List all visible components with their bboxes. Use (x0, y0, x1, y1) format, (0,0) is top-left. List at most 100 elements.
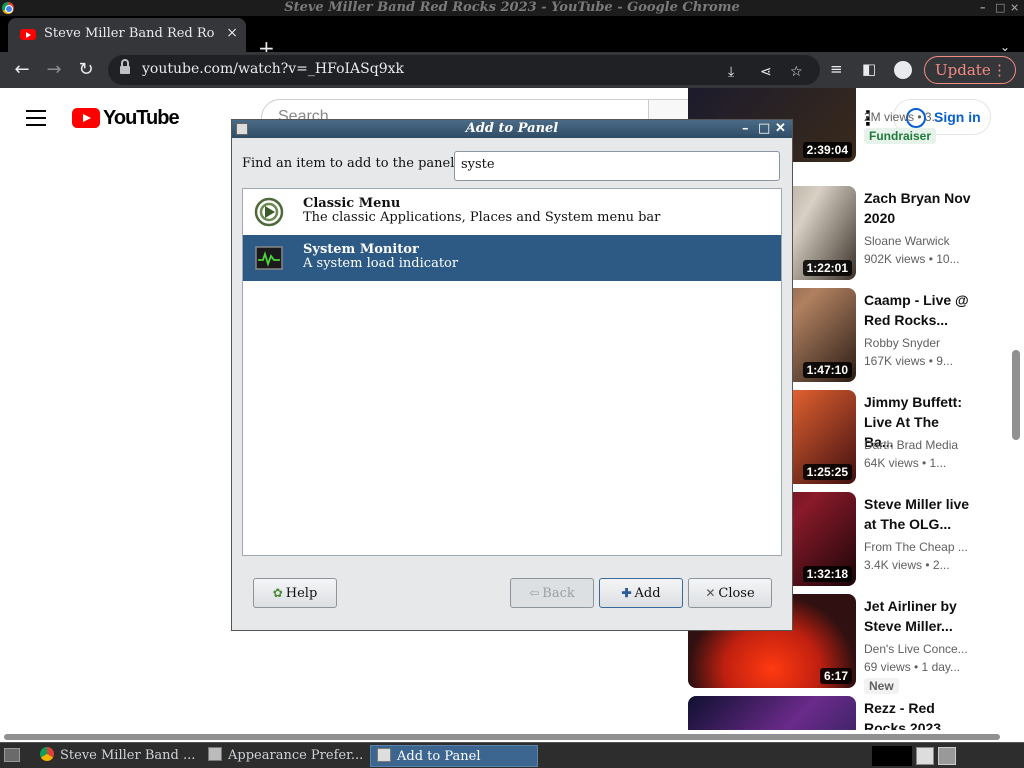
back-label: Back (542, 586, 575, 601)
add-label: Add (634, 586, 661, 601)
youtube-favicon-icon (20, 29, 36, 40)
help-label: Help (285, 586, 318, 601)
bookmark-star-icon[interactable]: ☆ (790, 64, 803, 80)
video-meta: 167K views • 9... (864, 354, 953, 368)
dialog-title: Add to Panel (465, 121, 559, 136)
channel-name[interactable]: Den's Live Conce... (864, 642, 972, 656)
video-title[interactable]: Steve Miller live at The OLG... (864, 494, 972, 534)
new-badge: New (864, 678, 899, 694)
video-meta: 69 views • 1 day... (864, 660, 961, 674)
horizontal-scrollbar-track (0, 730, 1024, 742)
browser-tab[interactable]: Steve Miller Band Red Rocks 2023 - YouTu… (8, 18, 246, 52)
add-button[interactable]: ✚ Add (599, 578, 683, 608)
video-duration: 1:25:25 (802, 464, 852, 480)
dialog-maximize-icon[interactable]: □ (758, 120, 770, 138)
update-button[interactable]: Update ⋮ (924, 56, 1016, 84)
fundraiser-badge: Fundraiser (864, 128, 937, 144)
close-button[interactable]: ✕ Close (688, 578, 772, 608)
back-arrow-icon: ⇦ (529, 586, 540, 600)
dialog-titlebar[interactable]: Add to Panel – □ ✕ (232, 120, 792, 138)
video-duration: 1:32:18 (802, 566, 852, 582)
youtube-wordmark: YouTube (103, 107, 180, 129)
vertical-scrollbar[interactable] (1012, 350, 1020, 440)
dialog-close-icon[interactable]: ✕ (775, 120, 786, 138)
reload-icon[interactable]: ↻ (74, 58, 98, 82)
video-duration: 6:17 (819, 668, 852, 684)
taskbar-item-appearance[interactable]: Appearance Prefer... (202, 745, 366, 767)
list-item-classic-menu[interactable]: Classic Menu The classic Applications, P… (243, 189, 781, 235)
find-label: Find an item to add to the panel: (242, 156, 459, 171)
video-duration: 2:39:04 (802, 142, 852, 158)
video-thumbnail[interactable] (688, 696, 856, 732)
chrome-menu-icon[interactable]: ⋮ (992, 57, 1007, 83)
tab-strip: Steve Miller Band Red Rocks 2023 - YouTu… (0, 16, 1024, 58)
youtube-play-icon (72, 108, 100, 128)
forward-icon[interactable]: → (42, 58, 66, 82)
recommendation-item[interactable]: Rezz - Red Rocks 2023 (688, 696, 978, 732)
video-title[interactable]: Caamp - Live @ Red Rocks... (864, 290, 972, 330)
maximize-window-button[interactable]: □ (995, 0, 1005, 16)
show-desktop-icon[interactable] (4, 748, 20, 762)
profile-avatar-icon[interactable] (894, 61, 912, 79)
task-label: Add to Panel (397, 749, 481, 764)
panel-item-list: Classic Menu The classic Applications, P… (242, 188, 782, 556)
task-label: Appearance Prefer... (228, 748, 364, 763)
taskbar-item-chrome[interactable]: Steve Miller Band ... (34, 745, 198, 767)
dialog-minimize-icon[interactable]: – (742, 120, 749, 138)
list-item-system-monitor[interactable]: System Monitor A system load indicator (243, 235, 781, 281)
browser-toolbar: ← → ↻ youtube.com/watch?v=_HFoIASq9xk ⤓ … (0, 52, 1024, 88)
url-text[interactable]: youtube.com/watch?v=_HFoIASq9xk (142, 61, 404, 77)
back-button[interactable]: ⇦ Back (510, 578, 594, 608)
classic-menu-icon (254, 197, 284, 227)
channel-name[interactable]: Darth Brad Media (864, 438, 972, 452)
media-control-icon[interactable]: ≡ (830, 60, 843, 78)
close-x-icon: ✕ (705, 586, 716, 600)
window-titlebar: Steve Miller Band Red Rocks 2023 - YouTu… (0, 0, 1024, 16)
lock-icon[interactable] (120, 59, 130, 75)
chrome-logo-icon (2, 2, 14, 14)
video-title[interactable]: Rezz - Red Rocks 2023 (864, 698, 972, 732)
video-meta: 902K views • 10... (864, 252, 960, 266)
help-button[interactable]: ✿ Help (253, 578, 337, 608)
close-label: Close (718, 586, 755, 601)
item-name: System Monitor (303, 242, 419, 257)
workspace-2-icon[interactable] (938, 747, 956, 765)
appearance-icon (208, 747, 222, 761)
video-duration: 1:47:10 (802, 362, 852, 378)
channel-name[interactable]: Robby Snyder (864, 336, 972, 350)
window-title: Steve Miller Band Red Rocks 2023 - YouTu… (284, 0, 740, 15)
find-item-input[interactable]: syste (454, 151, 780, 181)
video-title[interactable]: Zach Bryan Nov 2020 (864, 188, 972, 228)
dialog-app-icon (236, 123, 248, 135)
item-name: Classic Menu (303, 196, 401, 211)
task-label: Steve Miller Band ... (60, 748, 196, 763)
channel-name[interactable]: Sloane Warwick (864, 234, 972, 248)
share-icon[interactable]: ⋖ (760, 64, 772, 80)
minimize-window-button[interactable]: – (980, 0, 986, 16)
horizontal-scrollbar[interactable] (4, 734, 1000, 740)
video-title[interactable]: Jet Airliner by Steve Miller... (864, 596, 972, 636)
video-meta: 64K views • 1... (864, 456, 947, 470)
panel-icon (377, 748, 391, 762)
address-bar[interactable]: youtube.com/watch?v=_HFoIASq9xk ⤓ ⋖ ☆ (108, 55, 820, 85)
taskbar-item-add-to-panel[interactable]: Add to Panel (370, 745, 538, 767)
chrome-icon (40, 747, 54, 761)
workspace-1-icon[interactable] (916, 747, 934, 765)
channel-name[interactable]: From The Cheap ... (864, 540, 972, 554)
add-to-panel-dialog: Add to Panel – □ ✕ Find an item to add t… (231, 119, 793, 631)
video-duration: 1:22:01 (802, 260, 852, 276)
tab-title: Steve Miller Band Red Rocks 2023 - YouTu… (44, 26, 214, 41)
tab-close-icon[interactable]: × (226, 25, 238, 41)
system-monitor-applet[interactable] (872, 746, 912, 766)
taskbar: Steve Miller Band ... Appearance Prefer.… (0, 742, 1024, 768)
update-label: Update (935, 61, 991, 79)
help-icon: ✿ (272, 586, 283, 600)
close-window-button[interactable]: × (1010, 0, 1019, 16)
system-monitor-icon (255, 246, 283, 270)
install-app-icon[interactable]: ⤓ (728, 64, 734, 80)
item-description: The classic Applications, Places and Sys… (303, 210, 661, 225)
side-panel-icon[interactable]: ◧ (862, 60, 876, 78)
back-icon[interactable]: ← (10, 58, 34, 82)
hamburger-menu-icon[interactable] (26, 110, 46, 126)
video-meta: 3.4K views • 2... (864, 558, 950, 572)
